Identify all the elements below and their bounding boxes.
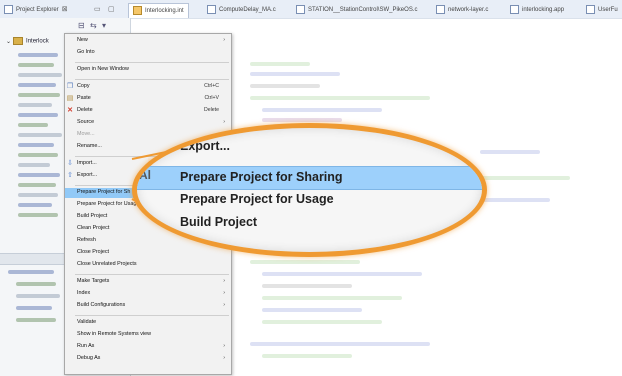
lens-item-label: Export... (180, 139, 231, 153)
magnifier-callout: Export... Prepare Project for Sharing Pr… (132, 123, 487, 257)
export-icon (149, 141, 161, 152)
lens-item-prepare-usage: Prepare Project for Usage (137, 189, 482, 211)
lens-item-label: Build Project (180, 215, 258, 229)
lens-item-label: Prepare Project for Sharing (180, 170, 343, 184)
lens-item-label: Prepare Project for Usage (180, 192, 334, 206)
lens-side-text: Al (139, 168, 151, 182)
lens-item-prepare-sharing: Prepare Project for Sharing (137, 166, 482, 190)
lens-item-build-project: Build Project (137, 212, 482, 234)
lens-item-export: Export... (137, 136, 482, 158)
